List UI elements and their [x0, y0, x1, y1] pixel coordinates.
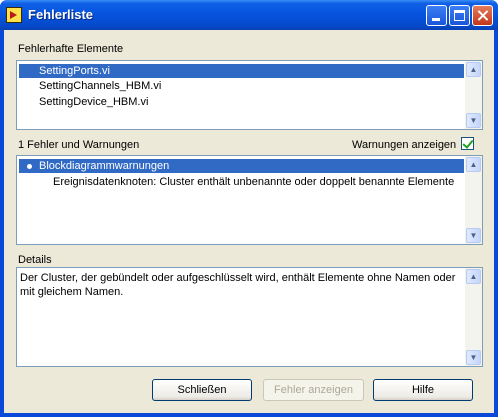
tree-item-warning[interactable]: Ereignisdatenknoten: Cluster enthält unb… — [19, 175, 464, 189]
bullet-icon — [27, 164, 32, 169]
scroll-down-arrow-icon[interactable]: ▼ — [466, 350, 481, 365]
details-textbox[interactable]: Der Cluster, der gebündelt oder aufgesch… — [16, 267, 483, 367]
scroll-up-arrow-icon[interactable]: ▲ — [466, 269, 481, 284]
minimize-button[interactable] — [426, 5, 447, 26]
details-section-label: Details — [18, 254, 52, 266]
list-item[interactable]: SettingDevice_HBM.vi — [19, 95, 464, 109]
close-window-button[interactable] — [472, 5, 493, 26]
elements-section-label: Fehlerhafte Elemente — [18, 43, 124, 55]
warnings-scrollbar[interactable]: ▲ ▼ — [465, 156, 482, 244]
close-button[interactable]: Schließen — [152, 379, 252, 401]
elements-scrollbar[interactable]: ▲ ▼ — [465, 61, 482, 129]
tree-item-blockdiagram-warnings[interactable]: Blockdiagrammwarnungen — [19, 159, 464, 173]
show-warnings-checkbox[interactable] — [461, 137, 474, 150]
show-warnings-label: Warnungen anzeigen — [352, 139, 457, 151]
scroll-down-arrow-icon[interactable]: ▼ — [466, 113, 481, 128]
scroll-up-arrow-icon[interactable]: ▲ — [466, 157, 481, 172]
maximize-button[interactable] — [449, 5, 470, 26]
error-list-window: Fehlerliste Fehlerhafte Elemente Setting… — [0, 0, 498, 417]
details-text: Der Cluster, der gebündelt oder aufgesch… — [20, 272, 456, 298]
details-scrollbar[interactable]: ▲ ▼ — [465, 268, 482, 366]
show-error-button[interactable]: Fehler anzeigen — [263, 379, 364, 401]
scroll-up-arrow-icon[interactable]: ▲ — [466, 62, 481, 77]
help-button[interactable]: Hilfe — [373, 379, 473, 401]
title-bar[interactable]: Fehlerliste — [0, 0, 498, 30]
list-item[interactable]: SettingPorts.vi — [19, 64, 464, 78]
elements-listbox[interactable]: SettingPorts.vi SettingChannels_HBM.vi S… — [16, 60, 483, 130]
labview-app-icon — [6, 7, 22, 23]
list-item[interactable]: SettingChannels_HBM.vi — [19, 79, 464, 93]
dialog-client-area: Fehlerhafte Elemente SettingPorts.vi Set… — [4, 30, 494, 413]
warnings-tree[interactable]: Blockdiagrammwarnungen Ereignisdatenknot… — [16, 155, 483, 245]
window-title: Fehlerliste — [28, 7, 94, 22]
warnings-count-label: 1 Fehler und Warnungen — [18, 139, 140, 151]
scroll-down-arrow-icon[interactable]: ▼ — [466, 228, 481, 243]
